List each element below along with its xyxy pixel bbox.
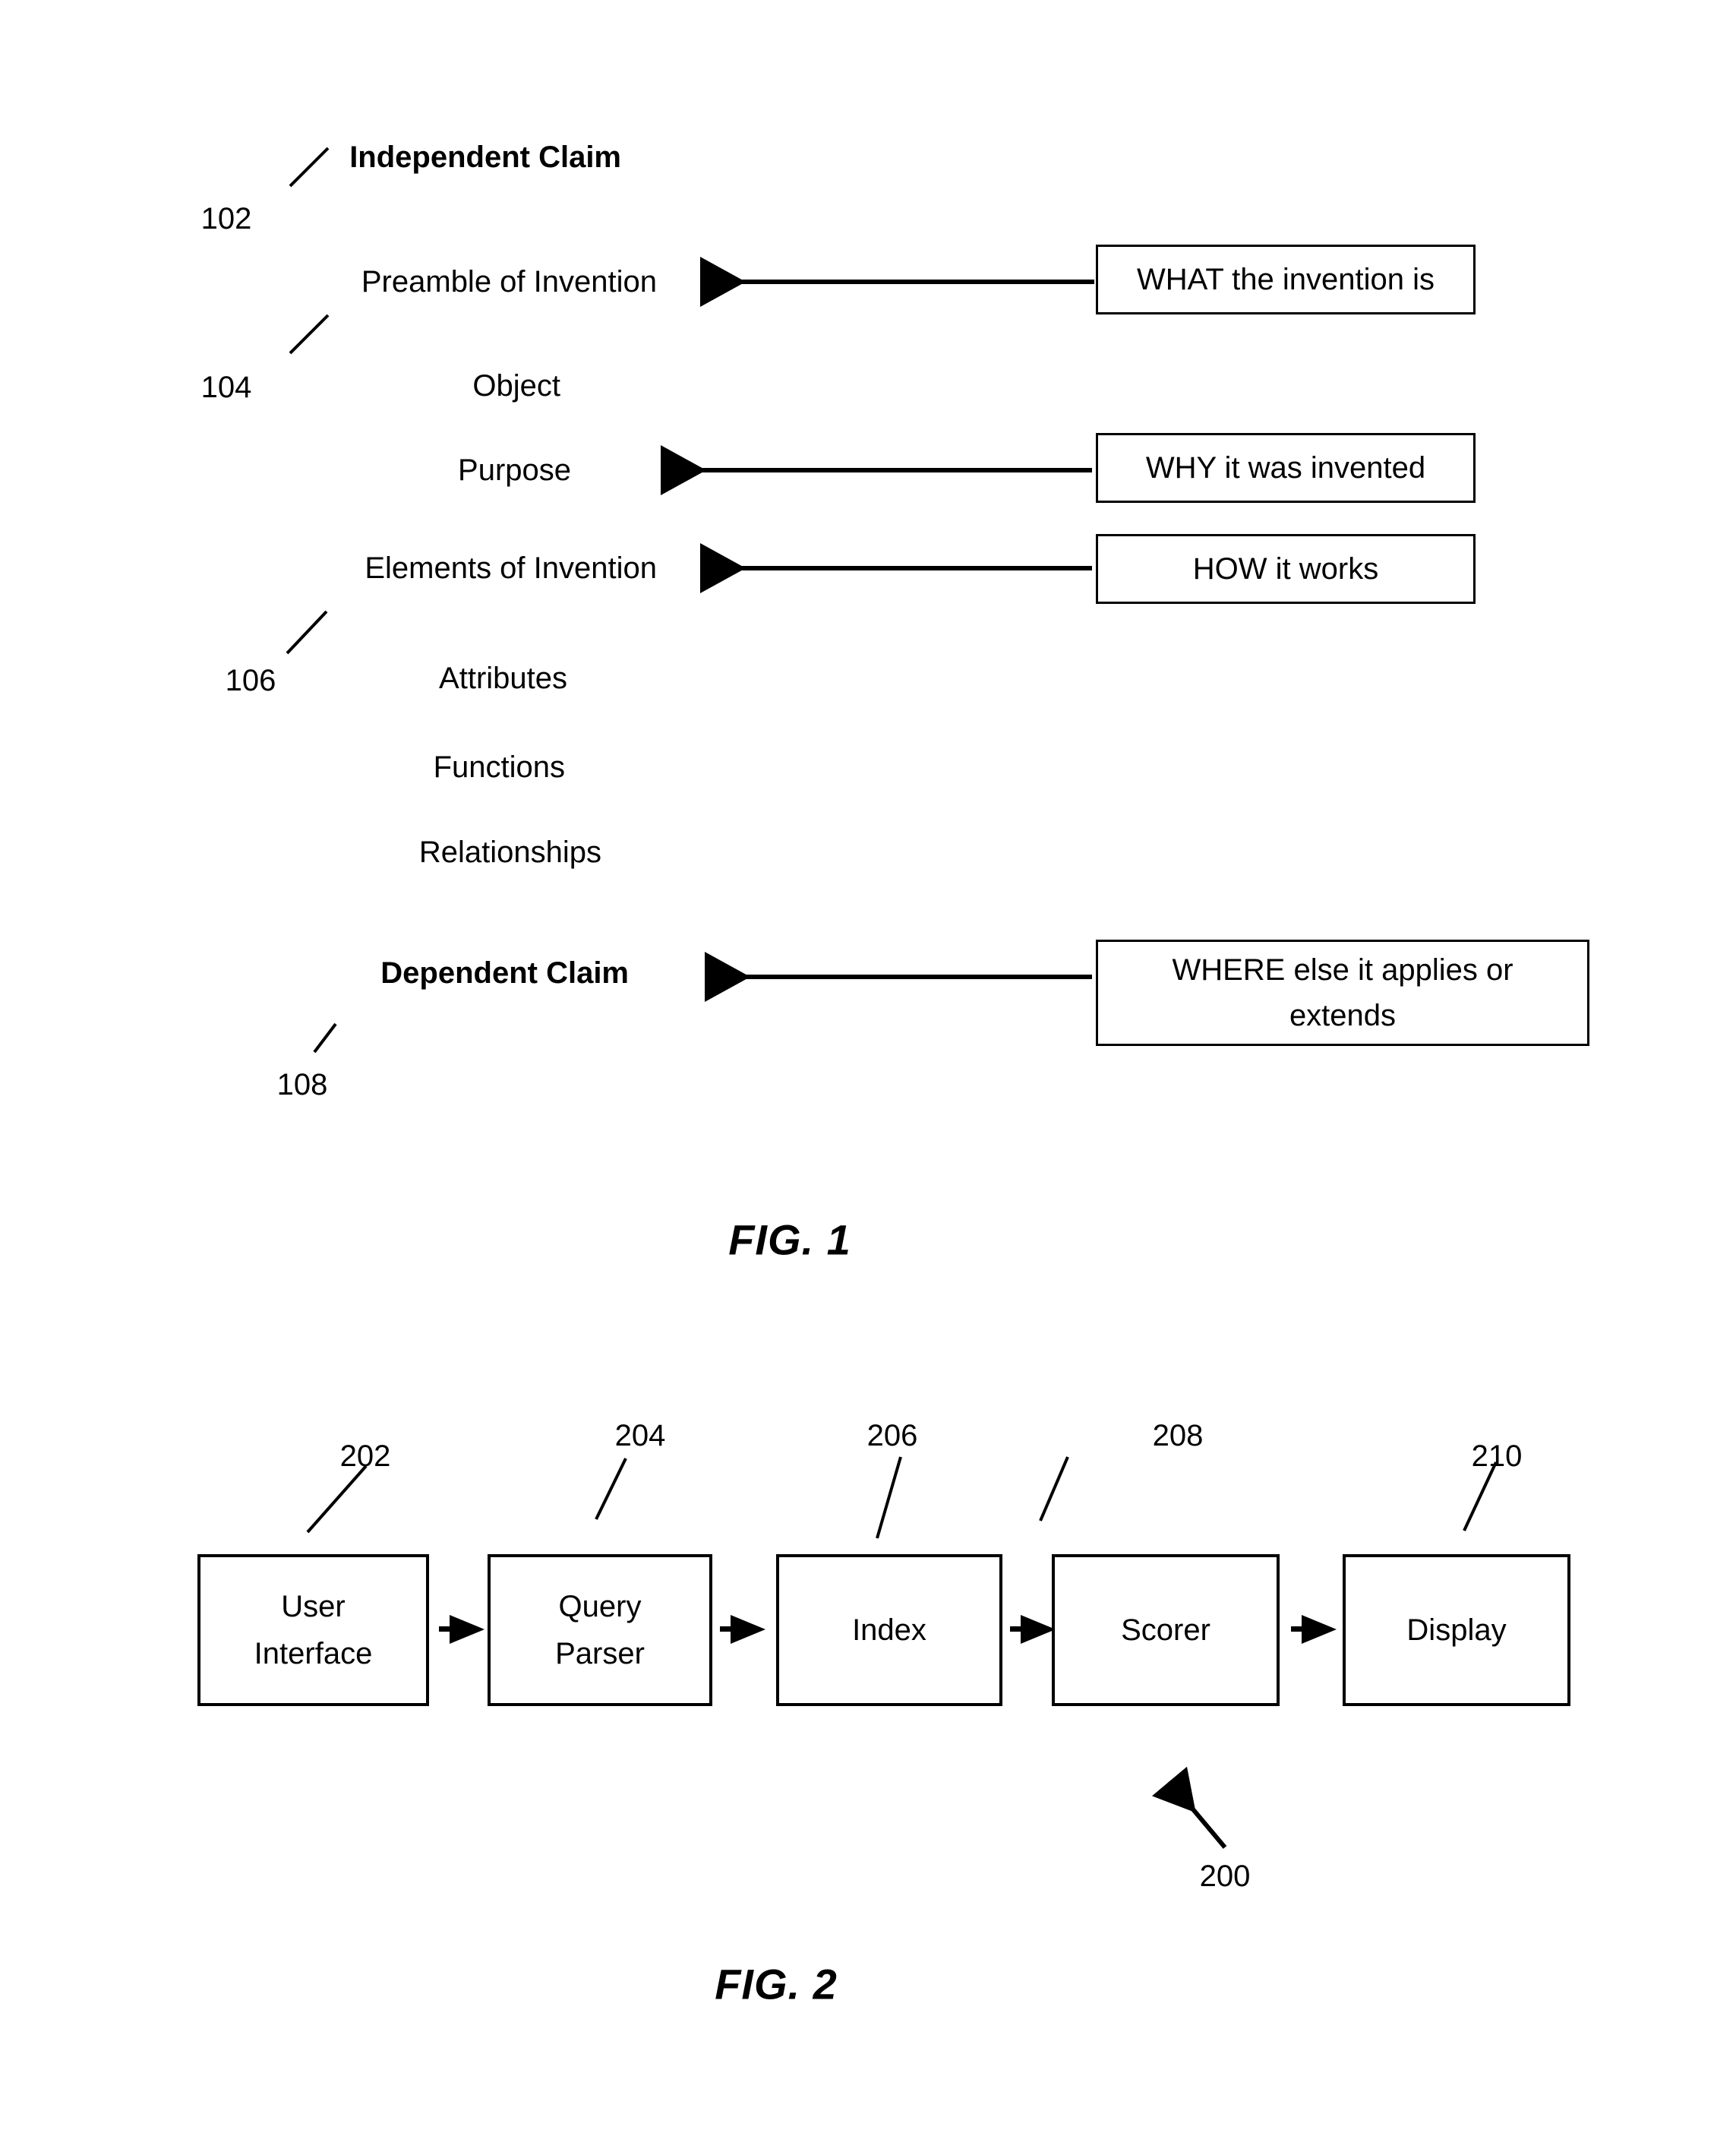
- annotation-box-why: WHY it was invented: [1096, 433, 1476, 503]
- pipeline-block-index: Index: [776, 1554, 1002, 1706]
- annotation-box-how: HOW it works: [1096, 534, 1476, 604]
- annotation-box-what: WHAT the invention is: [1096, 245, 1476, 314]
- leader-line-108: [313, 1022, 337, 1054]
- pipeline-block-index-line1: Index: [852, 1613, 926, 1647]
- figure1-arrows: [661, 257, 1094, 1002]
- reference-numeral-202: 202: [339, 1439, 391, 1473]
- pipeline-block-user-interface-line2: Interface: [254, 1637, 373, 1670]
- figure1-node-attributes: Attributes: [439, 662, 567, 695]
- leader-line-204: [595, 1458, 627, 1520]
- figure2-leader-lines: [306, 1456, 1498, 1539]
- reference-numeral-210: 210: [1471, 1439, 1523, 1473]
- figure1-node-object: Object: [472, 369, 560, 403]
- pipeline-block-display: Display: [1343, 1554, 1570, 1706]
- pipeline-block-user-interface: User Interface: [197, 1554, 429, 1706]
- figure1-node-dependent-claim: Dependent Claim: [380, 956, 629, 990]
- leader-line-208: [1039, 1456, 1069, 1522]
- connector-parser-to-index: [720, 1615, 765, 1644]
- leader-line-202: [306, 1465, 368, 1534]
- pipeline-block-user-interface-line1: User: [281, 1590, 346, 1623]
- annotation-box-how-text: HOW it works: [1192, 552, 1379, 586]
- reference-numeral-208: 208: [1152, 1419, 1204, 1452]
- figure1-leader-lines: [286, 147, 337, 1054]
- leader-line-206: [876, 1456, 902, 1539]
- vector-layer: [286, 147, 1498, 1849]
- figure1-node-independent-claim: Independent Claim: [349, 141, 621, 174]
- reference-numeral-104: 104: [200, 371, 252, 404]
- reference-numeral-108: 108: [276, 1068, 328, 1101]
- figure2-caption: FIG. 2: [715, 1960, 838, 2008]
- pipeline-block-query-parser-line1: Query: [558, 1590, 642, 1623]
- annotation-box-why-text: WHY it was invented: [1145, 451, 1426, 485]
- annotation-box-where-line1: WHERE else it applies or: [1172, 953, 1513, 987]
- leader-line-102: [289, 147, 330, 188]
- connector-index-to-scorer: [1010, 1615, 1056, 1644]
- figure1-node-purpose: Purpose: [458, 453, 571, 487]
- pipeline-block-display-line1: Display: [1406, 1613, 1507, 1647]
- patent-drawing-sheet: Independent Claim Preamble of Invention …: [0, 0, 1736, 2133]
- annotation-box-where: WHERE else it applies or extends: [1096, 940, 1589, 1046]
- reference-numeral-102: 102: [200, 202, 252, 235]
- reference-numeral-106: 106: [225, 664, 276, 697]
- leader-line-104: [289, 314, 330, 355]
- figure1-node-elements-of-invention: Elements of Invention: [365, 551, 657, 585]
- reference-numeral-206: 206: [866, 1419, 918, 1452]
- pipeline-block-scorer-line1: Scorer: [1121, 1613, 1210, 1647]
- pipeline-block-query-parser: Query Parser: [488, 1554, 712, 1706]
- pipeline-block-scorer: Scorer: [1052, 1554, 1280, 1706]
- figure1-node-relationships: Relationships: [418, 836, 601, 869]
- connector-ui-to-parser: [439, 1615, 485, 1644]
- leader-line-106: [286, 610, 328, 655]
- figure2-system-arrow: [1152, 1766, 1227, 1849]
- connector-scorer-to-display: [1291, 1615, 1337, 1644]
- annotation-box-what-text: WHAT the invention is: [1136, 263, 1435, 296]
- figure1-caption: FIG. 1: [728, 1215, 851, 1264]
- reference-numeral-204: 204: [614, 1419, 666, 1452]
- annotation-box-where-line2: extends: [1289, 999, 1397, 1032]
- reference-numeral-200: 200: [1199, 1860, 1251, 1893]
- figure1-node-functions: Functions: [433, 750, 565, 784]
- figure1-node-preamble-of-invention: Preamble of Invention: [361, 265, 657, 299]
- pipeline-block-query-parser-line2: Parser: [555, 1637, 645, 1670]
